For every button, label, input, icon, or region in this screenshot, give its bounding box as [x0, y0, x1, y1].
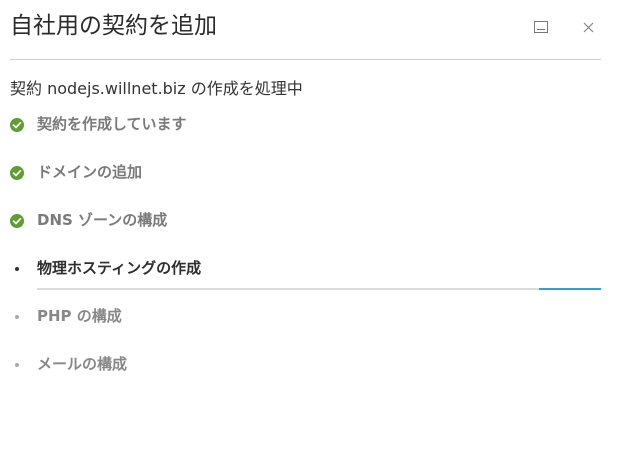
- step-create-subscription: 契約を作成しています: [10, 112, 601, 160]
- minimize-button[interactable]: [531, 17, 551, 37]
- step-mail-config: メールの構成: [10, 352, 601, 400]
- step-label: 物理ホスティングの作成: [37, 259, 202, 277]
- add-subscription-dialog: 自社用の契約を追加 契約 nodejs.willnet.biz の作成を処理中 …: [0, 0, 620, 454]
- progress-bar: [37, 288, 601, 290]
- minimize-icon: [534, 21, 548, 33]
- step-physical-hosting: 物理ホスティングの作成: [10, 256, 601, 304]
- step-label: 契約を作成しています: [37, 115, 187, 133]
- close-icon: [583, 22, 594, 33]
- processing-status: 契約 nodejs.willnet.biz の作成を処理中: [10, 79, 303, 98]
- check-circle-icon: [10, 166, 24, 180]
- bullet-icon: [10, 262, 24, 276]
- step-php-config: PHP の構成: [10, 304, 601, 352]
- dialog-header: 自社用の契約を追加: [10, 0, 601, 60]
- step-label: PHP の構成: [37, 307, 122, 325]
- dialog-title: 自社用の契約を追加: [10, 13, 217, 39]
- progress-steps-list: 契約を作成しています ドメインの追加 DNS ゾーンの構成 物理ホスティングの作…: [10, 112, 601, 400]
- step-dns-zone: DNS ゾーンの構成: [10, 208, 601, 256]
- step-add-domain: ドメインの追加: [10, 160, 601, 208]
- bullet-icon: [10, 310, 24, 324]
- progress-bar-fill: [538, 288, 601, 290]
- step-label: DNS ゾーンの構成: [37, 211, 168, 229]
- check-circle-icon: [10, 214, 24, 228]
- close-button[interactable]: [578, 17, 598, 37]
- bullet-icon: [10, 358, 24, 372]
- step-label: ドメインの追加: [37, 163, 143, 181]
- check-circle-icon: [10, 118, 24, 132]
- step-label: メールの構成: [37, 355, 128, 373]
